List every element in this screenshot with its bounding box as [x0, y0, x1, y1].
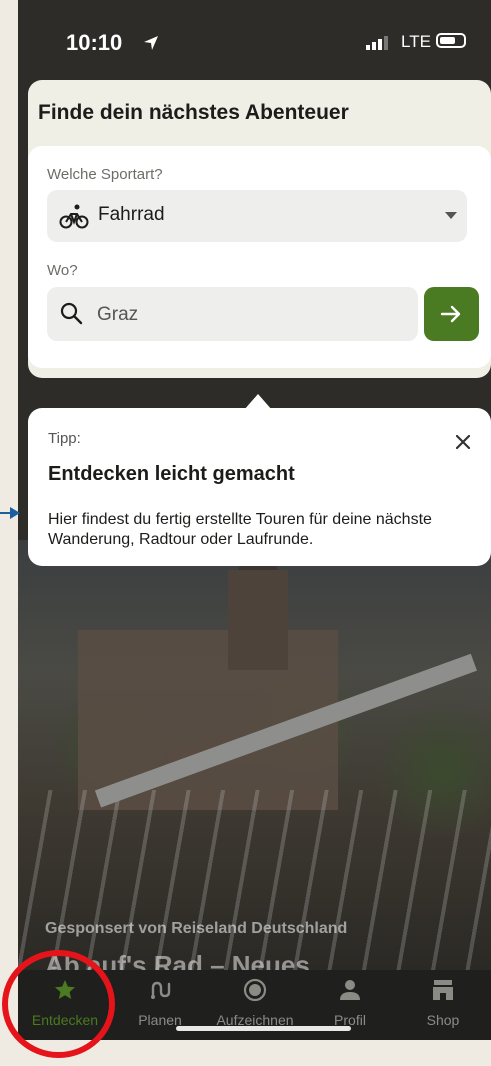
- shop-icon: [433, 980, 453, 1000]
- tip-tooltip: Tipp: Entdecken leicht gemacht Hier find…: [28, 394, 491, 566]
- search-submit-button[interactable]: [424, 287, 479, 341]
- location-value: Graz: [97, 304, 139, 325]
- tip-title: Entdecken leicht gemacht: [48, 463, 295, 485]
- search-headline: Finde dein nächstes Abenteuer: [38, 101, 349, 124]
- tip-label: Tipp:: [48, 430, 81, 447]
- status-time: 10:10: [66, 30, 123, 55]
- where-label: Wo?: [47, 262, 78, 279]
- signal-icon: [366, 36, 388, 50]
- battery-icon: [436, 33, 466, 48]
- record-icon: [243, 978, 267, 1002]
- pointer-arrow-icon: [0, 507, 20, 519]
- sport-label: Welche Sportart?: [47, 166, 163, 183]
- feature-photo[interactable]: [18, 530, 491, 980]
- route-icon: [151, 981, 171, 999]
- close-icon[interactable]: [456, 435, 470, 449]
- nav-item-shop[interactable]: Shop: [396, 970, 490, 1030]
- sponsor-label: Gesponsert von Reiseland Deutschland: [45, 920, 348, 937]
- sport-value: Fahrrad: [98, 204, 165, 225]
- search-card: Finde dein nächstes Abenteuer Welche Spo…: [28, 80, 491, 378]
- bicycle-icon: [59, 204, 89, 229]
- tip-body: Hier findest du fertig erstellte Touren …: [48, 511, 432, 548]
- sport-select[interactable]: Fahrrad: [47, 190, 467, 242]
- search-form: Welche Sportart? Fahrrad Wo? Graz: [28, 146, 491, 368]
- arrow-right-icon: [440, 305, 461, 323]
- nav-item-profil[interactable]: Profil: [303, 970, 397, 1030]
- nav-item-planen[interactable]: Planen: [113, 970, 207, 1030]
- phone-screen: Gesponsert von Reiseland Deutschland Ab …: [18, 0, 491, 1040]
- location-arrow-icon: [144, 36, 158, 50]
- nav-label: Shop: [426, 1012, 460, 1028]
- home-indicator[interactable]: [176, 1026, 351, 1031]
- network-type: LTE: [401, 32, 431, 51]
- tooltip-pointer: [244, 394, 272, 410]
- location-input[interactable]: Graz: [47, 287, 418, 341]
- annotation-highlight-circle: [2, 950, 115, 1058]
- search-icon: [60, 302, 83, 325]
- nav-item-aufzeichnen[interactable]: Aufzeichnen: [208, 970, 302, 1030]
- photo-tower: [228, 530, 288, 670]
- profile-icon: [340, 980, 360, 1000]
- status-bar: 10:10 LTE: [18, 0, 491, 80]
- dropdown-icon: [445, 212, 457, 219]
